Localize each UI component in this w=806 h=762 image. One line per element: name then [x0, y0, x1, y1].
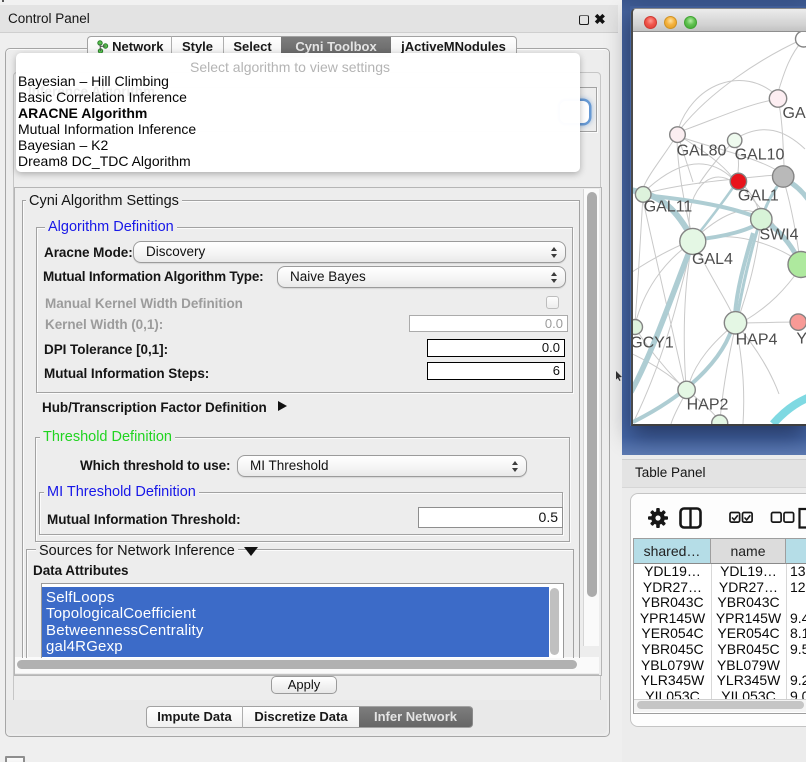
svg-text:GCY1: GCY1 [633, 335, 674, 352]
svg-text:HAP2: HAP2 [687, 397, 729, 414]
svg-text:GAL7: GAL7 [783, 105, 806, 122]
svg-text:YB: YB [796, 331, 806, 348]
svg-text:GAL1: GAL1 [738, 188, 779, 205]
svg-text:GAL10: GAL10 [735, 147, 785, 164]
svg-text:GAL4: GAL4 [692, 251, 733, 268]
svg-text:GAL11: GAL11 [644, 199, 693, 216]
svg-text:HAP4: HAP4 [736, 332, 778, 349]
svg-text:SWI4: SWI4 [759, 227, 798, 244]
svg-text:GAL80: GAL80 [677, 143, 727, 160]
